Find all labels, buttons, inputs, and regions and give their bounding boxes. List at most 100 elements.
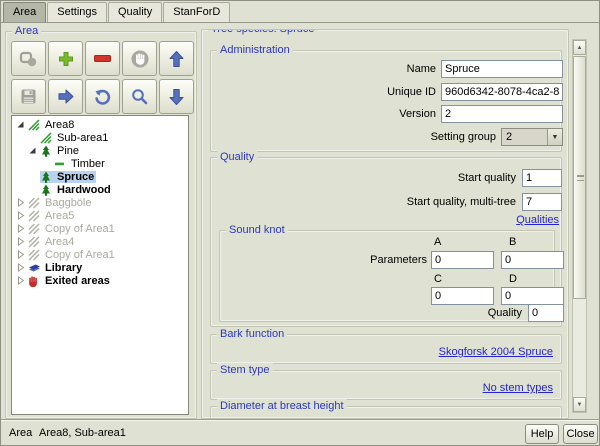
expander-expanded-icon[interactable] <box>28 146 40 155</box>
qualities-link[interactable]: Qualities <box>516 214 559 226</box>
sound-knot-caption: Sound knot <box>226 223 288 237</box>
tree-item-timber[interactable]: Timber <box>12 157 188 170</box>
expander-collapsed-icon[interactable] <box>16 198 28 207</box>
column-c-header: C <box>434 273 442 285</box>
expander-collapsed-icon[interactable] <box>16 211 28 220</box>
tree-item-copy-of-area1-2[interactable]: Copy of Area1 <box>12 248 188 261</box>
tab-stanford[interactable]: StanForD <box>163 2 230 22</box>
zoom-button[interactable] <box>122 79 157 114</box>
timber-icon <box>54 158 69 170</box>
start-quality-field[interactable] <box>522 169 562 187</box>
start-quality-multi-field[interactable] <box>522 193 562 211</box>
bark-function-link[interactable]: Skogforsk 2004 Spruce <box>439 346 553 358</box>
clone-area-button[interactable] <box>11 41 46 76</box>
tree-item-pine[interactable]: Pine <box>12 144 188 157</box>
tree-icon <box>40 145 55 157</box>
close-button[interactable]: Close <box>563 424 598 444</box>
chevron-down-icon[interactable]: ▼ <box>547 129 562 145</box>
administration-caption: Administration <box>217 43 293 57</box>
area-gray-icon <box>28 223 43 235</box>
expander-collapsed-icon[interactable] <box>16 250 28 259</box>
tree-item-exited-areas[interactable]: Exited areas <box>12 274 188 287</box>
tree-item-area8[interactable]: Area8 <box>12 118 188 131</box>
tree-item-area4[interactable]: Area4 <box>12 235 188 248</box>
scrollbar-thumb[interactable] <box>573 56 586 299</box>
status-selection-label: Area8, Sub-area1 <box>39 427 126 439</box>
tree-item-label: Spruce <box>55 171 96 183</box>
version-field[interactable] <box>441 105 563 123</box>
tree-item-label: Baggböle <box>43 197 94 209</box>
tree-item-label: Library <box>43 262 84 274</box>
stem-type-caption: Stem type <box>217 363 273 377</box>
unique-id-field[interactable] <box>441 83 563 101</box>
sound-knot-quality-field[interactable] <box>528 304 564 322</box>
name-field[interactable] <box>441 60 563 78</box>
tree-item-hardwood[interactable]: Hardwood <box>12 183 188 196</box>
bark-function-groupbox: Bark function Skogforsk 2004 Spruce <box>210 334 562 364</box>
status-mode-label: Area <box>9 427 32 439</box>
library-icon <box>28 262 43 274</box>
expander-collapsed-icon[interactable] <box>16 276 28 285</box>
stem-type-link[interactable]: No stem types <box>483 382 553 394</box>
scroll-up-button[interactable]: ▲ <box>573 40 586 55</box>
tab-area[interactable]: Area <box>3 2 46 22</box>
param-b-field[interactable] <box>501 251 564 269</box>
param-a-field[interactable] <box>431 251 494 269</box>
param-d-field[interactable] <box>501 287 564 305</box>
tree-item-area5[interactable]: Area5 <box>12 209 188 222</box>
move-down-button[interactable] <box>159 79 194 114</box>
scroll-down-button[interactable]: ▼ <box>573 397 586 412</box>
tree-item-label: Area8 <box>43 119 76 131</box>
name-label: Name <box>331 63 436 75</box>
setting-group-value: 2 <box>502 131 547 143</box>
vertical-scrollbar[interactable]: ▲ ▼ <box>572 39 587 413</box>
column-b-header: B <box>509 236 516 248</box>
tree-species-groupbox: Tree species: Spruce Administration Name… <box>201 29 569 419</box>
tab-quality[interactable]: Quality <box>108 2 162 22</box>
hand-icon <box>130 49 150 69</box>
diameter-caption: Diameter at breast height <box>217 399 347 413</box>
save-button[interactable] <box>11 79 46 114</box>
expander-collapsed-icon[interactable] <box>16 224 28 233</box>
pan-button[interactable] <box>122 41 157 76</box>
add-icon <box>57 50 75 68</box>
expander-expanded-icon[interactable] <box>16 120 28 129</box>
area-gray-icon <box>28 197 43 209</box>
help-button[interactable]: Help <box>525 424 559 444</box>
remove-button[interactable] <box>85 41 120 76</box>
tree-item-label: Area4 <box>43 236 76 248</box>
arrow-down-icon <box>168 88 185 106</box>
bark-function-caption: Bark function <box>217 327 287 341</box>
tree-item-label: Copy of Area1 <box>43 249 117 261</box>
tree-item-label: Copy of Area1 <box>43 223 117 235</box>
scroll-up-icon: ▲ <box>577 45 583 51</box>
move-up-button[interactable] <box>159 41 194 76</box>
tree-icon <box>40 184 55 196</box>
go-next-button[interactable] <box>48 79 83 114</box>
tree-item-copy-of-area1[interactable]: Copy of Area1 <box>12 222 188 235</box>
add-button[interactable] <box>48 41 83 76</box>
setting-group-select[interactable]: 2 ▼ <box>501 128 563 146</box>
quality-caption: Quality <box>217 150 257 164</box>
tree-species-caption: Tree species: Spruce <box>208 29 318 36</box>
expander-collapsed-icon[interactable] <box>16 263 28 272</box>
scroll-down-icon: ▼ <box>577 402 583 408</box>
setting-group-label: Setting group <box>391 131 496 143</box>
undo-button[interactable] <box>85 79 120 114</box>
area-tree: Area8 Sub-area1 Pine Timber Spruce Hardw… <box>11 115 189 415</box>
param-c-field[interactable] <box>431 287 494 305</box>
tree-item-baggbole[interactable]: Baggböle <box>12 196 188 209</box>
scrollbar-grip-icon <box>577 175 584 181</box>
tab-bar: Area Settings Quality StanForD <box>1 1 599 23</box>
tree-item-sub-area1[interactable]: Sub-area1 <box>12 131 188 144</box>
diameter-groupbox: Diameter at breast height <box>210 406 562 419</box>
tree-item-spruce[interactable]: Spruce <box>12 170 188 183</box>
area-groupbox-caption: Area <box>12 24 41 38</box>
expander-collapsed-icon[interactable] <box>16 237 28 246</box>
tab-settings[interactable]: Settings <box>47 2 107 22</box>
tree-item-library[interactable]: Library <box>12 261 188 274</box>
tree-item-label: Timber <box>69 158 107 170</box>
magnifier-icon <box>131 88 148 105</box>
quality-groupbox: Quality Start quality Start quality, mul… <box>210 157 562 327</box>
sound-knot-quality-label: Quality <box>420 307 522 319</box>
